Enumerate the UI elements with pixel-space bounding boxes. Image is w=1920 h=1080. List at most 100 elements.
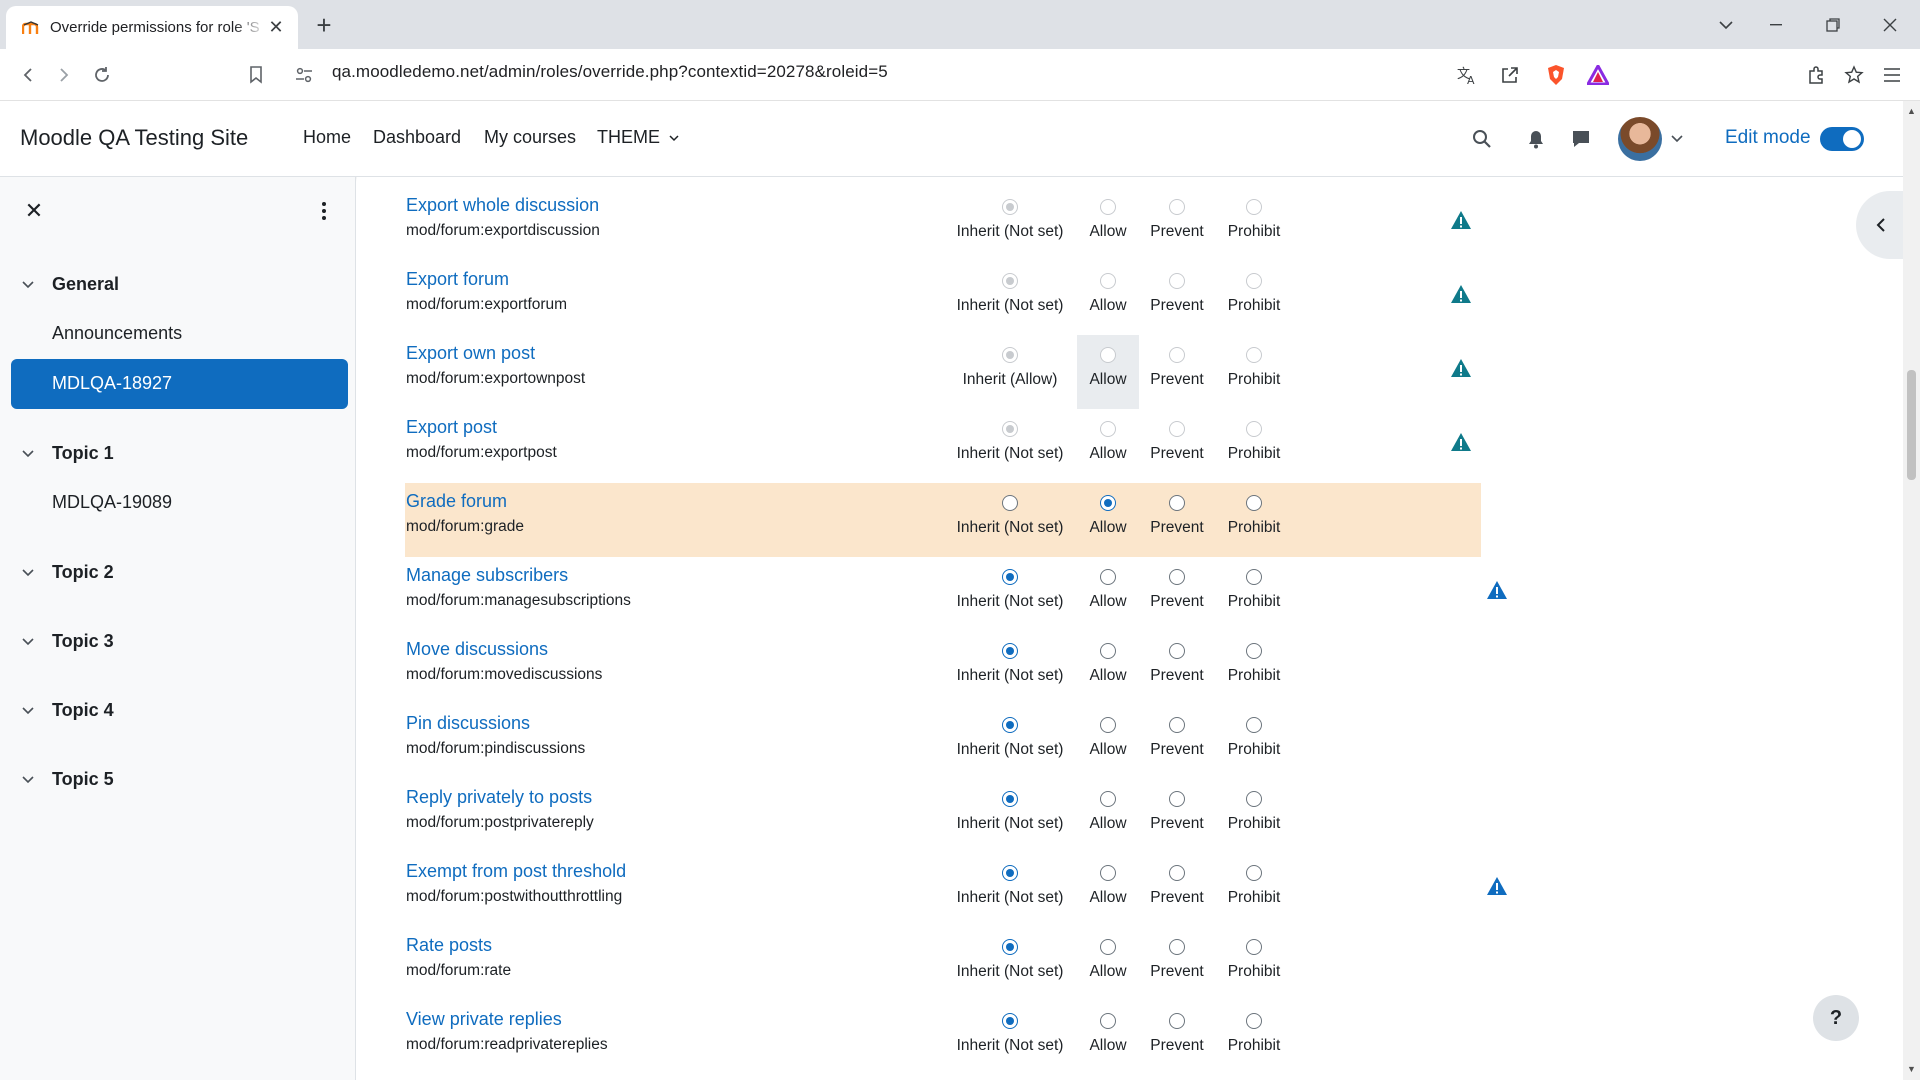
radio-allow[interactable]	[1100, 717, 1116, 733]
radio-inherit[interactable]	[1002, 717, 1018, 733]
permission-name-link[interactable]: Exempt from post threshold	[406, 861, 626, 882]
radio-allow[interactable]	[1100, 1013, 1116, 1029]
warning-icon[interactable]	[1450, 431, 1472, 453]
permission-name-link[interactable]: Grade forum	[406, 491, 507, 512]
radio-allow[interactable]	[1100, 643, 1116, 659]
radio-inherit[interactable]	[1002, 865, 1018, 881]
radio-prohibit[interactable]	[1246, 1013, 1262, 1029]
nav-my-courses[interactable]: My courses	[484, 127, 576, 148]
drawer-item-mdlqa-19089[interactable]: MDLQA-19089	[52, 492, 172, 513]
radio-prevent[interactable]	[1169, 717, 1185, 733]
menu-icon[interactable]	[1878, 61, 1906, 89]
radio-inherit[interactable]	[1002, 569, 1018, 585]
permission-name-link[interactable]: Pin discussions	[406, 713, 530, 734]
bookmark-icon[interactable]	[242, 61, 270, 89]
window-close-icon[interactable]	[1866, 0, 1914, 49]
browser-tab[interactable]: Override permissions for role 'S ✕	[6, 6, 298, 49]
section-topic-2[interactable]: Topic 2	[22, 562, 114, 583]
warning-icon[interactable]	[1450, 283, 1472, 305]
permission-name-link[interactable]: Manage subscribers	[406, 565, 568, 586]
section-topic-1[interactable]: Topic 1	[22, 443, 114, 464]
section-topic-5[interactable]: Topic 5	[22, 769, 114, 790]
radio-prohibit[interactable]	[1246, 717, 1262, 733]
site-info-icon[interactable]	[290, 61, 318, 89]
section-general[interactable]: General	[22, 274, 119, 295]
drawer-item-announcements[interactable]: Announcements	[52, 323, 182, 344]
new-tab-button[interactable]: +	[312, 12, 336, 38]
radio-prevent[interactable]	[1169, 939, 1185, 955]
radio-prohibit[interactable]	[1246, 791, 1262, 807]
user-menu-chevron-icon[interactable]	[1663, 125, 1691, 153]
share-icon[interactable]	[1496, 61, 1524, 89]
permission-name-link[interactable]: Reply privately to posts	[406, 787, 592, 808]
warning-icon[interactable]	[1450, 357, 1472, 379]
radio-inherit[interactable]	[1002, 1013, 1018, 1029]
radio-inherit[interactable]	[1002, 939, 1018, 955]
permission-name-link[interactable]: Export own post	[406, 343, 535, 364]
brave-shield-icon[interactable]	[1542, 61, 1570, 89]
radio-allow[interactable]	[1100, 495, 1116, 511]
warning-icon[interactable]	[1486, 875, 1508, 897]
back-icon[interactable]	[14, 61, 42, 89]
radio-inherit[interactable]	[1002, 643, 1018, 659]
permission-name-link[interactable]: View private replies	[406, 1009, 562, 1030]
radio-inherit[interactable]	[1002, 791, 1018, 807]
warning-icon[interactable]	[1486, 579, 1508, 601]
section-topic-4[interactable]: Topic 4	[22, 700, 114, 721]
warning-icon[interactable]	[1450, 209, 1472, 231]
radio-prohibit[interactable]	[1246, 495, 1262, 511]
radio-allow[interactable]	[1100, 939, 1116, 955]
radio-prevent[interactable]	[1169, 569, 1185, 585]
option-inherit: Inherit (Not set)	[955, 261, 1065, 335]
radio-allow[interactable]	[1100, 865, 1116, 881]
kebab-menu-icon[interactable]	[312, 199, 336, 223]
option-allow: Allow	[1077, 335, 1139, 409]
section-topic-3[interactable]: Topic 3	[22, 631, 114, 652]
minimize-icon[interactable]	[1752, 0, 1800, 49]
scrollbar-thumb[interactable]	[1907, 370, 1916, 480]
radio-prevent[interactable]	[1169, 865, 1185, 881]
site-name[interactable]: Moodle QA Testing Site	[20, 125, 248, 151]
translate-icon[interactable]: 文A	[1453, 61, 1481, 89]
drawer-item-active[interactable]: MDLQA-18927	[11, 359, 348, 409]
chat-icon[interactable]	[1567, 125, 1595, 153]
permission-name-link[interactable]: Export forum	[406, 269, 509, 290]
close-drawer-icon[interactable]: ✕	[22, 198, 46, 223]
forward-icon[interactable]	[50, 61, 78, 89]
scroll-down-icon[interactable]: ▼	[1907, 1065, 1916, 1074]
help-button[interactable]: ?	[1813, 995, 1859, 1041]
avatar[interactable]	[1618, 117, 1662, 161]
radio-inherit[interactable]	[1002, 495, 1018, 511]
permission-name-link[interactable]: Rate posts	[406, 935, 492, 956]
radio-prevent[interactable]	[1169, 643, 1185, 659]
tab-close-icon[interactable]: ✕	[266, 17, 286, 38]
restore-icon[interactable]	[1809, 0, 1857, 49]
radio-prevent[interactable]	[1169, 1013, 1185, 1029]
radio-prevent[interactable]	[1169, 495, 1185, 511]
extensions-icon[interactable]	[1802, 61, 1830, 89]
radio-prevent[interactable]	[1169, 791, 1185, 807]
brave-rewards-icon[interactable]	[1584, 61, 1612, 89]
bell-icon[interactable]	[1522, 125, 1550, 153]
radio-prohibit[interactable]	[1246, 569, 1262, 585]
search-icon[interactable]	[1468, 125, 1496, 153]
edit-mode-toggle[interactable]	[1820, 127, 1864, 151]
permission-name-link[interactable]: Export whole discussion	[406, 195, 599, 216]
reload-icon[interactable]	[88, 61, 116, 89]
radio-allow[interactable]	[1100, 791, 1116, 807]
permission-name-link[interactable]: Move discussions	[406, 639, 548, 660]
browser-toolbar: qa.moodledemo.net/admin/roles/override.p…	[0, 49, 1920, 101]
nav-theme[interactable]: THEME	[597, 127, 679, 148]
radio-prohibit[interactable]	[1246, 865, 1262, 881]
favorites-icon[interactable]	[1840, 61, 1868, 89]
permission-name-link[interactable]: Export post	[406, 417, 497, 438]
address-bar[interactable]: qa.moodledemo.net/admin/roles/override.p…	[332, 62, 888, 82]
scroll-up-icon[interactable]: ▲	[1907, 107, 1916, 116]
tab-search-icon[interactable]	[1702, 0, 1750, 49]
radio-prohibit[interactable]	[1246, 939, 1262, 955]
page-scrollbar[interactable]: ▲ ▼	[1903, 101, 1920, 1080]
radio-allow[interactable]	[1100, 569, 1116, 585]
nav-home[interactable]: Home	[303, 127, 351, 148]
radio-prohibit[interactable]	[1246, 643, 1262, 659]
nav-dashboard[interactable]: Dashboard	[373, 127, 461, 148]
